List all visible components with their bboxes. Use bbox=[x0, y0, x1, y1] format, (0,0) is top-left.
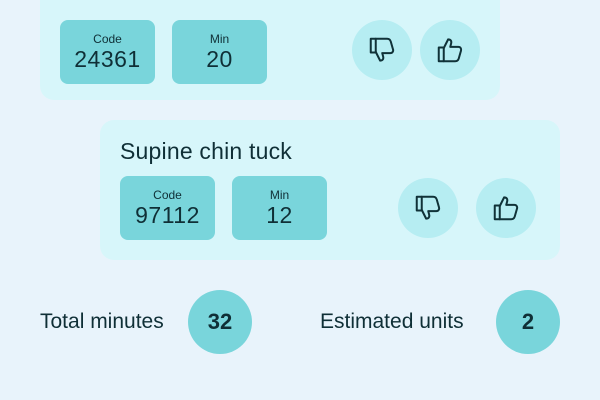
thumbs-down-icon bbox=[415, 195, 441, 220]
minutes-label: Min bbox=[269, 188, 290, 202]
estimated-units-badge: 2 bbox=[496, 290, 560, 354]
thumbs-up-icon bbox=[437, 38, 463, 63]
thumbs-down-icon bbox=[369, 37, 395, 62]
exercise-card: Code 24361 Min 20 bbox=[40, 0, 500, 100]
exercise-card: Supine chin tuck Code 97112 Min 12 bbox=[100, 120, 560, 260]
code-value: 97112 bbox=[135, 202, 200, 228]
estimated-units-label: Estimated units bbox=[320, 310, 464, 333]
minutes-value: 12 bbox=[266, 202, 293, 228]
code-box: Code 24361 bbox=[60, 20, 155, 84]
minutes-label: Min bbox=[209, 32, 230, 46]
thumbs-up-icon bbox=[493, 196, 519, 221]
dislike-button[interactable] bbox=[398, 178, 458, 238]
minutes-box: Min 20 bbox=[172, 20, 267, 84]
code-box: Code 97112 bbox=[120, 176, 215, 240]
dislike-button[interactable] bbox=[352, 20, 412, 80]
code-label: Code bbox=[153, 188, 182, 202]
total-minutes-badge: 32 bbox=[188, 290, 252, 354]
exercise-name: Supine chin tuck bbox=[120, 138, 292, 164]
like-button[interactable] bbox=[420, 20, 480, 80]
code-value: 24361 bbox=[74, 46, 141, 72]
total-minutes-label: Total minutes bbox=[40, 310, 164, 333]
minutes-box: Min 12 bbox=[232, 176, 327, 240]
like-button[interactable] bbox=[476, 178, 536, 238]
code-label: Code bbox=[93, 32, 122, 46]
minutes-value: 20 bbox=[206, 46, 233, 72]
